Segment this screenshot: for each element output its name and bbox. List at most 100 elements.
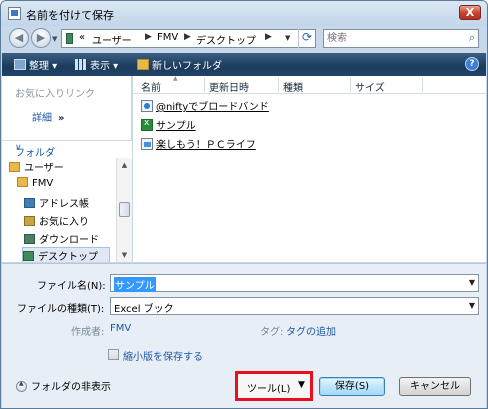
hide-folders-button[interactable]: フォルダの非表示	[16, 378, 111, 393]
tree-item-users[interactable]: ユーザー	[9, 159, 64, 175]
views-icon	[75, 59, 87, 70]
search-icon[interactable]: ⌕	[469, 31, 475, 45]
tree-item-label: ユーザー	[24, 163, 64, 174]
file-name: @niftyでブロードバンド	[156, 102, 269, 113]
breadcrumb-users[interactable]: ユーザー	[92, 32, 132, 47]
save-button[interactable]: 保存(S)	[319, 377, 385, 396]
tree-item-favorites[interactable]: お気に入り	[24, 213, 89, 229]
contacts-icon	[24, 198, 35, 208]
title-bar: 名前を付けて保存 X	[1, 1, 487, 26]
thumbnail-checkbox[interactable]	[108, 349, 119, 360]
chevron-down-icon: ∨	[15, 143, 22, 153]
chevron-down-icon: ▼	[298, 380, 305, 390]
address-bar[interactable]: « ユーザー ▶ FMV ▶ デスクトップ ▶ ▼	[61, 29, 316, 48]
address-row: ◀ ▶ ▼ « ユーザー ▶ FMV ▶ デスクトップ ▶ ▼ ⟳ ⌕	[1, 26, 487, 52]
filename-field[interactable]: サンプル ▼	[110, 274, 479, 292]
column-divider[interactable]	[278, 78, 279, 92]
tree-item-contacts[interactable]: アドレス帳	[24, 195, 89, 211]
tree-item-label: FMV	[32, 178, 54, 189]
save-options-panel: ファイル名(N): サンプル ▼ ファイルの種類(T): Excel ブック ▼…	[2, 263, 486, 408]
back-button[interactable]: ◀	[9, 28, 29, 48]
recent-pages-dropdown-icon[interactable]: ▼	[52, 35, 57, 43]
help-icon[interactable]: ?	[465, 57, 479, 71]
column-divider[interactable]	[422, 78, 423, 92]
desktop-folder-icon	[66, 33, 73, 44]
refresh-button[interactable]: ⟳	[298, 29, 315, 48]
file-name: 楽しもう！ＰＣライフ	[156, 140, 256, 151]
save-as-dialog: 名前を付けて保存 X ◀ ▶ ▼ « ユーザー ▶ FMV ▶ デスクトップ ▶…	[0, 0, 488, 409]
scroll-thumb[interactable]	[119, 202, 130, 217]
tree-item-label: お気に入り	[39, 217, 89, 228]
views-button[interactable]: 表示 ▾	[75, 57, 118, 72]
excel-file-icon	[141, 118, 153, 131]
column-type[interactable]: 種類	[283, 79, 303, 94]
tools-label: ツール(L)	[247, 384, 291, 395]
column-divider[interactable]	[204, 78, 205, 92]
folder-icon	[17, 177, 28, 187]
tags-value[interactable]: タグの追加	[286, 323, 336, 338]
tree-scrollbar[interactable]: ▲ ▼	[116, 158, 132, 262]
filename-value[interactable]: サンプル	[114, 277, 156, 292]
breadcrumb-separator-icon[interactable]: ▶	[184, 32, 191, 42]
chevron-down-icon[interactable]: ▼	[469, 301, 475, 310]
new-folder-button[interactable]: 新しいフォルダ	[137, 57, 222, 72]
folder-tree: ユーザー FMV アドレス帳 お気に入り ダウンロード デスクトップ	[2, 158, 116, 262]
breadcrumb-fmv[interactable]: FMV	[157, 32, 178, 43]
tree-item-label: デスクトップ	[38, 252, 98, 262]
thumbnail-label[interactable]: 縮小版を保存する	[123, 348, 203, 363]
column-size[interactable]: サイズ	[355, 79, 385, 94]
close-button[interactable]: X	[459, 5, 481, 20]
column-modified[interactable]: 更新日時	[209, 79, 249, 94]
list-item[interactable]: @niftyでブロードバンド	[141, 98, 269, 114]
command-bar: 整理 ▾ 表示 ▾ 新しいフォルダ ?	[2, 53, 486, 76]
scroll-up-icon[interactable]: ▲	[117, 158, 132, 172]
search-input[interactable]	[327, 31, 457, 46]
folders-header[interactable]: フォルダ ∨	[2, 140, 132, 159]
filetype-select[interactable]: Excel ブック ▼	[110, 297, 479, 315]
forward-arrow-icon: ▶	[36, 31, 46, 44]
breadcrumb-overflow[interactable]: «	[79, 32, 85, 43]
file-list: ▲ 名前 更新日時 種類 サイズ @niftyでブロードバンド サンプル 楽しも…	[133, 75, 486, 262]
back-arrow-icon: ◀	[14, 31, 24, 44]
organize-button[interactable]: 整理 ▾	[14, 57, 57, 72]
breadcrumb-desktop[interactable]: デスクトップ	[196, 32, 256, 47]
list-item[interactable]: 楽しもう！ＰＣライフ	[141, 136, 256, 152]
downloads-icon	[24, 234, 35, 244]
tree-item-downloads[interactable]: ダウンロード	[24, 231, 99, 247]
forward-button[interactable]: ▶	[31, 28, 51, 48]
tools-button[interactable]: ツール(L) ▼	[235, 371, 313, 401]
hide-folders-label: フォルダの非表示	[31, 382, 111, 393]
app-icon	[8, 7, 21, 20]
organize-icon	[14, 59, 26, 70]
author-value[interactable]: FMV	[110, 323, 131, 334]
filename-label: ファイル名(N):	[37, 281, 106, 292]
window-title: 名前を付けて保存	[26, 9, 114, 22]
breadcrumb-separator-icon[interactable]: ▶	[265, 32, 272, 42]
details-label: 詳細	[32, 113, 52, 124]
column-name[interactable]: 名前	[141, 79, 161, 94]
new-folder-icon	[137, 59, 149, 70]
details-link[interactable]: 詳細 »	[32, 109, 64, 124]
folder-icon	[9, 162, 20, 172]
tree-item-fmv[interactable]: FMV	[17, 177, 53, 193]
filetype-value: Excel ブック	[114, 304, 174, 315]
tree-item-label: ダウンロード	[39, 235, 99, 246]
column-header: ▲ 名前 更新日時 種類 サイズ	[133, 75, 486, 94]
scroll-down-icon[interactable]: ▼	[117, 248, 132, 262]
new-folder-label: 新しいフォルダ	[152, 61, 222, 72]
organize-label: 整理	[29, 61, 49, 72]
breadcrumb-separator-icon[interactable]: ▶	[145, 32, 152, 42]
collapse-icon	[16, 380, 27, 392]
web-shortcut-icon	[141, 100, 153, 112]
list-item[interactable]: サンプル	[141, 117, 196, 133]
navigation-pane: お気に入りリンク 詳細 » フォルダ ∨ ユーザー FMV アドレス帳 お気に入り…	[2, 76, 132, 262]
address-dropdown-icon[interactable]: ▼	[285, 34, 290, 42]
cancel-button[interactable]: キャンセル	[399, 377, 471, 396]
details-chevron-icon: »	[58, 113, 65, 124]
favorites-icon	[24, 216, 35, 226]
chevron-down-icon[interactable]: ▼	[469, 278, 475, 287]
tree-item-desktop[interactable]: デスクトップ	[22, 247, 110, 262]
search-box[interactable]: ⌕	[323, 29, 479, 48]
column-divider[interactable]	[350, 78, 351, 92]
sort-arrow-icon: ▲	[173, 75, 178, 82]
